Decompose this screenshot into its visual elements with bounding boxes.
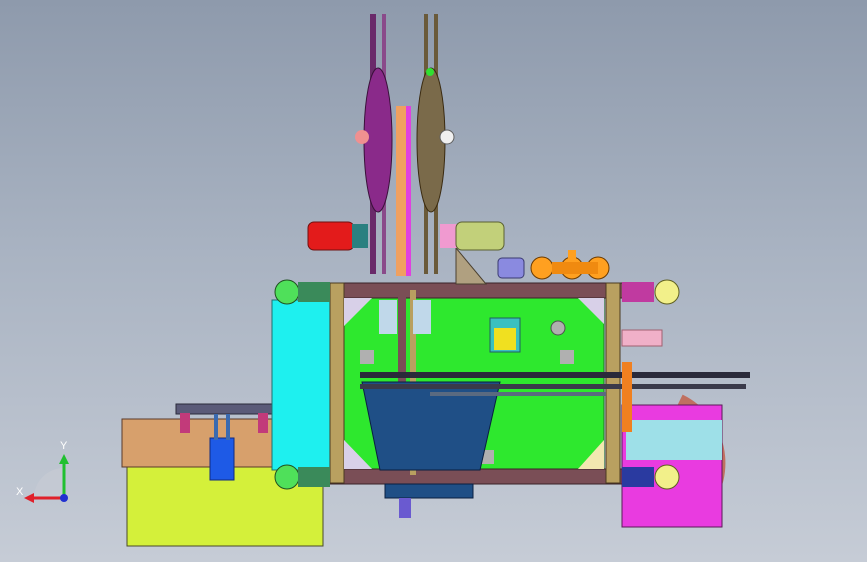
wheel-bottom-right[interactable] [654, 464, 680, 490]
mount-plate-2 [413, 300, 431, 334]
tower-hub-left [355, 130, 369, 144]
left-clamp-1 [180, 413, 190, 433]
mount-plate-1 [379, 300, 397, 334]
triad-y-label: Y [60, 440, 68, 452]
conveyor-knob [568, 250, 576, 262]
triad-y-arrow-icon [59, 454, 69, 464]
bracket-top-left [298, 282, 330, 302]
cad-viewport[interactable] [0, 0, 867, 562]
belt-lower [360, 384, 746, 389]
hopper-spout [399, 498, 411, 518]
tower-center-plate [396, 106, 406, 276]
belt-guide [430, 392, 606, 396]
right-motor[interactable] [455, 221, 505, 251]
belt-upper [360, 372, 750, 378]
wheel-bottom-left[interactable] [274, 464, 300, 490]
right-box-assembly[interactable] [621, 329, 726, 528]
blue-cylinder-rod-2 [226, 414, 230, 440]
frame-left-post [329, 282, 345, 484]
right-support-post [622, 362, 632, 432]
bracket-bottom-right [622, 467, 654, 487]
wheel-top-right[interactable] [654, 279, 680, 305]
tower-center-strip [406, 106, 411, 276]
conveyor-link [552, 262, 598, 274]
bracket-bottom-left [298, 467, 330, 487]
tower-hub-right [439, 129, 455, 145]
tower-brace [455, 246, 488, 285]
panel-square-1 [360, 350, 374, 364]
panel-square-2 [560, 350, 574, 364]
wheel-top-left[interactable] [274, 279, 300, 305]
right-motor-flange [440, 224, 458, 248]
roller-small-blue [497, 257, 525, 279]
hopper-outlet [384, 483, 474, 499]
blue-cylinder-rod [214, 414, 218, 440]
roller-orange-1 [530, 256, 554, 280]
coordinate-triad [24, 454, 69, 503]
frame-bottom-beam [324, 468, 626, 485]
triad-x-arrow-icon [24, 493, 34, 503]
red-motor[interactable] [307, 221, 355, 251]
bracket-top-right [622, 282, 654, 302]
triad-x-label: X [16, 486, 24, 498]
red-motor-flange [352, 224, 368, 248]
panel-hole-1 [550, 320, 566, 336]
left-table [121, 418, 275, 468]
triad-plane-icon [34, 468, 64, 498]
control-box-face [494, 328, 516, 350]
frame-top-beam [324, 282, 626, 299]
triad-z-axis-icon [60, 494, 68, 502]
frame-right-post [605, 282, 621, 484]
tower-top-knob [426, 68, 434, 76]
left-side-cover [271, 299, 333, 471]
left-clamp-2 [258, 413, 268, 433]
right-upper-plate [621, 329, 663, 347]
left-table-top-rail [175, 403, 273, 415]
right-box-cyan-stripe [626, 420, 722, 460]
blue-cylinder [209, 437, 235, 481]
